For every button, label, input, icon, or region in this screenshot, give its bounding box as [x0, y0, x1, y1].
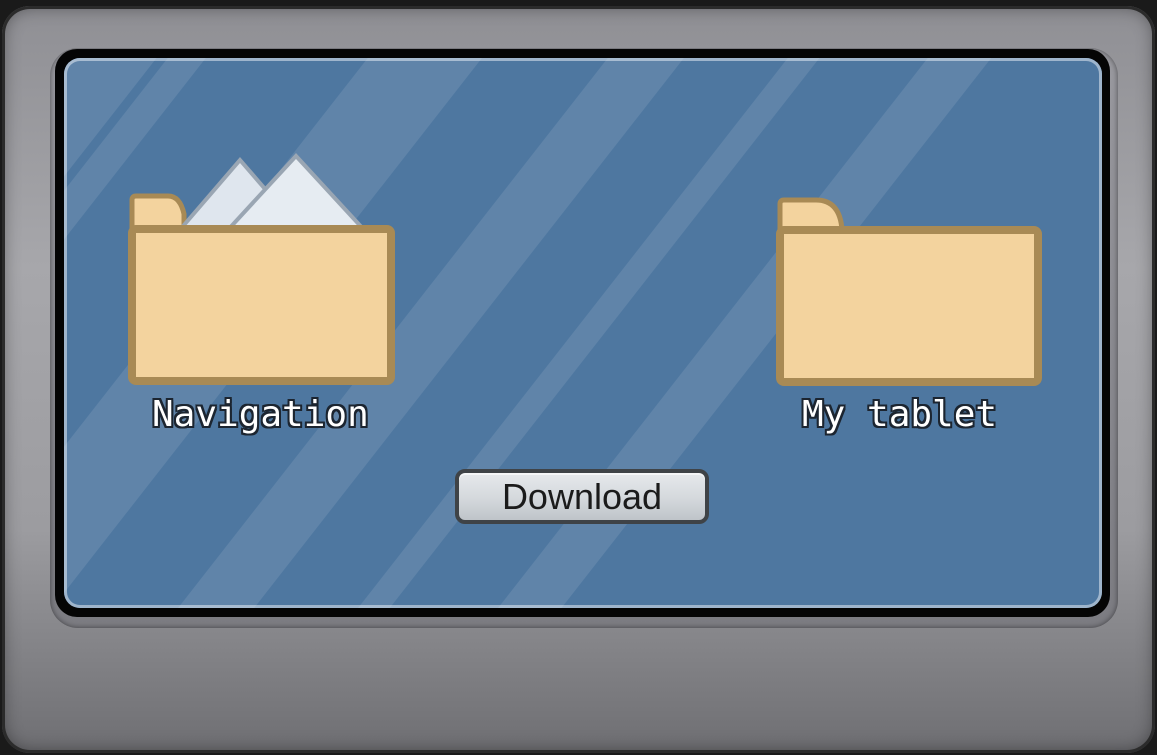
download-button[interactable]: Download: [455, 469, 709, 524]
folder-with-documents-icon: [128, 153, 395, 385]
folder-icon: [776, 197, 1042, 386]
navigation-folder[interactable]: [128, 152, 396, 388]
my-tablet-folder-label[interactable]: My tablet: [802, 394, 997, 435]
navigation-folder-label[interactable]: Navigation: [152, 394, 369, 435]
my-tablet-folder[interactable]: [776, 196, 1042, 388]
